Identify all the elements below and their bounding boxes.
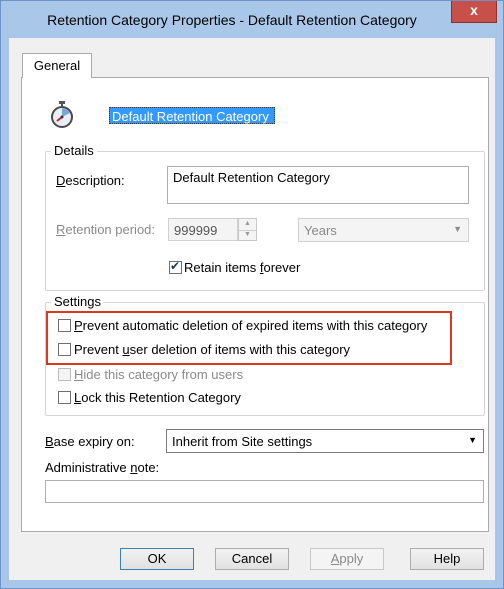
title-bar[interactable]: Retention Category Properties - Default … [1, 1, 503, 38]
description-label: Description: [56, 173, 125, 188]
settings-group-title: Settings [51, 294, 104, 309]
lock-category-checkbox[interactable] [58, 391, 71, 404]
tab-general[interactable]: General [22, 53, 92, 78]
hide-category-checkbox[interactable] [58, 368, 71, 381]
retention-unit-dropdown[interactable]: Years ▼ [298, 218, 469, 242]
category-name-field[interactable]: Default Retention Category [109, 107, 275, 124]
base-expiry-dropdown[interactable]: Inherit from Site settings ▼ [166, 429, 484, 453]
highlight-annotation-box [46, 311, 452, 365]
retention-period-spinner[interactable]: ▲ ▼ [238, 218, 257, 241]
close-button[interactable]: x [451, 1, 497, 23]
help-button[interactable]: Help [410, 548, 484, 570]
window-title: Retention Category Properties - Default … [47, 12, 417, 28]
admin-note-field[interactable] [45, 480, 484, 503]
description-field[interactable]: Default Retention Category [167, 166, 469, 204]
stopwatch-icon [51, 101, 73, 128]
retention-period-label: Retention period: [56, 222, 156, 237]
chevron-down-icon: ▼ [468, 435, 477, 445]
lock-category-label: Lock this Retention Category [74, 390, 241, 405]
ok-button[interactable]: OK [120, 548, 194, 570]
cancel-button[interactable]: Cancel [215, 548, 289, 570]
retain-forever-label: Retain items forever [184, 260, 301, 275]
spin-down-icon[interactable]: ▼ [239, 230, 256, 241]
retention-period-field[interactable]: 999999 [168, 218, 238, 241]
chevron-down-icon: ▼ [453, 224, 462, 234]
details-group-title: Details [51, 143, 97, 158]
admin-note-label: Administrative note: [45, 460, 160, 475]
hide-category-label: Hide this category from users [74, 367, 244, 382]
retain-forever-checkbox[interactable] [169, 259, 182, 274]
base-expiry-label: Base expiry on: [45, 434, 135, 449]
apply-button[interactable]: Apply [310, 548, 384, 570]
